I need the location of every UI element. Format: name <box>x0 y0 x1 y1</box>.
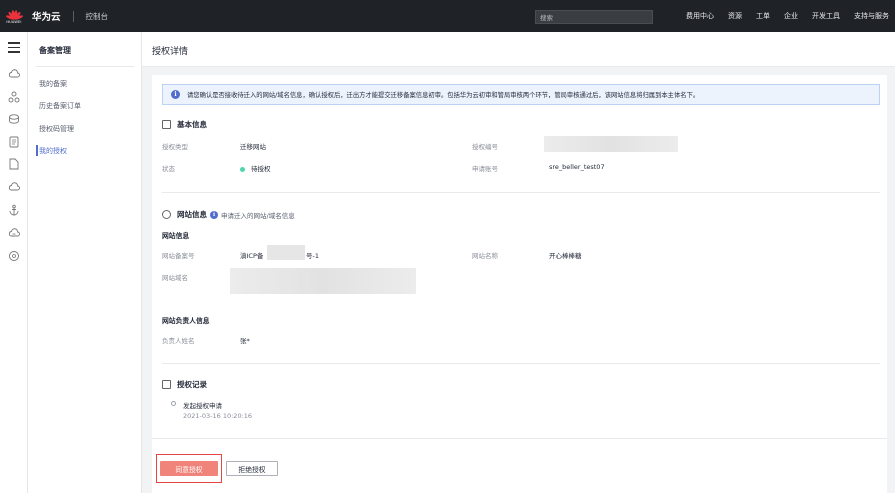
notice-banner: i 请您确认是否接收待迁入的网站/域名信息，确认授权后，迁出方才能提交迁移备案信… <box>162 84 880 105</box>
auth-no-label: 授权编号 <box>472 143 498 151</box>
logo-text: HUAWEI <box>6 19 22 24</box>
site-name-value: 开心棒棒糖 <box>549 252 582 260</box>
site-info-subtitle: i 申请迁入的网站/域名信息 <box>210 210 295 220</box>
sidebar-title: 备案管理 <box>39 46 71 55</box>
document-icon <box>162 120 171 129</box>
nav-enterprise[interactable]: 企业 <box>784 11 798 21</box>
search-placeholder: 搜索 <box>540 14 553 22</box>
status-dot-icon <box>240 166 245 172</box>
auth-type-value: 迁移网站 <box>240 143 266 151</box>
huawei-flower-icon <box>5 9 24 20</box>
nav-tickets[interactable]: 工单 <box>756 11 770 21</box>
sidebar-item-history-orders[interactable]: 历史备案订单 <box>39 101 81 111</box>
owner-name-label: 负责人姓名 <box>162 337 195 345</box>
records-heading: 授权记录 <box>162 379 207 390</box>
search-input[interactable]: 搜索 <box>535 10 653 24</box>
brand-name[interactable]: 华为云 <box>32 9 61 23</box>
site-name-label: 网站名称 <box>472 252 498 260</box>
owner-heading: 网站负责人信息 <box>162 317 210 325</box>
status-value: 待授权 <box>240 163 271 173</box>
basic-info-heading: 基本信息 <box>162 119 207 130</box>
nodes-icon[interactable] <box>7 90 21 104</box>
reject-button[interactable]: 拒绝授权 <box>226 461 278 476</box>
page-title: 授权详情 <box>152 47 189 57</box>
record-time: 2021-03-16 10:20:16 <box>183 412 253 420</box>
database-icon[interactable] <box>7 112 21 126</box>
applicant-label: 申请账号 <box>472 165 498 173</box>
detail-card: i 请您确认是否接收待迁入的网站/域名信息，确认授权后，迁出方才能提交迁移备案信… <box>152 75 887 493</box>
file-icon[interactable] <box>7 157 21 171</box>
globe-icon <box>162 210 171 219</box>
sidebar-divider <box>36 66 134 67</box>
top-bar: HUAWEI 华为云 控制台 搜索 费用中心 资源 工单 企业 开发工具 支持与… <box>0 0 895 32</box>
info-icon: i <box>171 90 180 99</box>
record-no-label: 网站备案号 <box>162 252 195 260</box>
site-info-heading: 网站信息 i 申请迁入的网站/域名信息 <box>162 209 295 220</box>
applicant-value: sre_beller_test07 <box>549 163 605 171</box>
document-icon[interactable] <box>7 135 21 149</box>
info-icon[interactable]: i <box>210 210 218 219</box>
sidebar-item-auth-codes[interactable]: 授权码管理 <box>39 124 74 134</box>
record-no-suffix: 号-1 <box>306 252 319 260</box>
domain-label: 网站域名 <box>162 274 188 282</box>
topbar-divider <box>72 10 74 22</box>
cloud-server-icon[interactable] <box>7 226 21 240</box>
cloud-outline-icon[interactable] <box>7 180 21 194</box>
domain-redacted <box>230 268 416 294</box>
cloud-icon[interactable] <box>7 67 21 81</box>
page-header: 授权详情 <box>142 32 895 67</box>
icon-rail <box>0 32 28 493</box>
circle-settings-icon[interactable] <box>7 249 21 263</box>
record-no-redacted <box>267 245 305 260</box>
record-event: 发起授权申请 <box>183 402 222 410</box>
nav-devtools[interactable]: 开发工具 <box>812 11 840 21</box>
menu-icon[interactable] <box>8 42 20 56</box>
huawei-logo[interactable]: HUAWEI <box>0 0 28 32</box>
section-divider <box>162 363 880 364</box>
footer-divider <box>152 438 887 439</box>
console-link[interactable]: 控制台 <box>86 11 109 22</box>
sidebar-active-indicator <box>36 145 38 156</box>
sidebar-item-my-auth[interactable]: 我的授权 <box>39 146 67 156</box>
anchor-icon[interactable] <box>7 203 21 217</box>
nav-billing[interactable]: 费用中心 <box>686 11 714 21</box>
owner-name-value: 张* <box>240 337 250 345</box>
approve-button[interactable]: 同意授权 <box>160 461 218 476</box>
record-icon <box>162 380 171 389</box>
notice-text: 请您确认是否接收待迁入的网站/域名信息，确认授权后，迁出方才能提交迁移备案信息初… <box>187 92 700 99</box>
nav-resources[interactable]: 资源 <box>728 11 742 21</box>
timeline-dot-icon <box>171 401 176 406</box>
nav-support[interactable]: 支持与服务 <box>854 11 889 21</box>
site-info-subheading: 网站信息 <box>162 232 190 240</box>
top-nav: 费用中心 资源 工单 企业 开发工具 支持与服务 <box>686 0 889 32</box>
status-label: 状态 <box>162 165 175 173</box>
sidebar-item-my-records[interactable]: 我的备案 <box>39 79 67 89</box>
record-no-value: 滇ICP备 <box>240 252 264 260</box>
section-divider <box>162 192 880 193</box>
auth-type-label: 授权类型 <box>162 143 188 151</box>
main-content: 授权详情 i 请您确认是否接收待迁入的网站/域名信息，确认授权后，迁出方才能提交… <box>142 32 895 493</box>
secondary-sidebar: 备案管理 我的备案 历史备案订单 授权码管理 我的授权 <box>28 32 142 493</box>
auth-no-redacted <box>544 136 678 152</box>
